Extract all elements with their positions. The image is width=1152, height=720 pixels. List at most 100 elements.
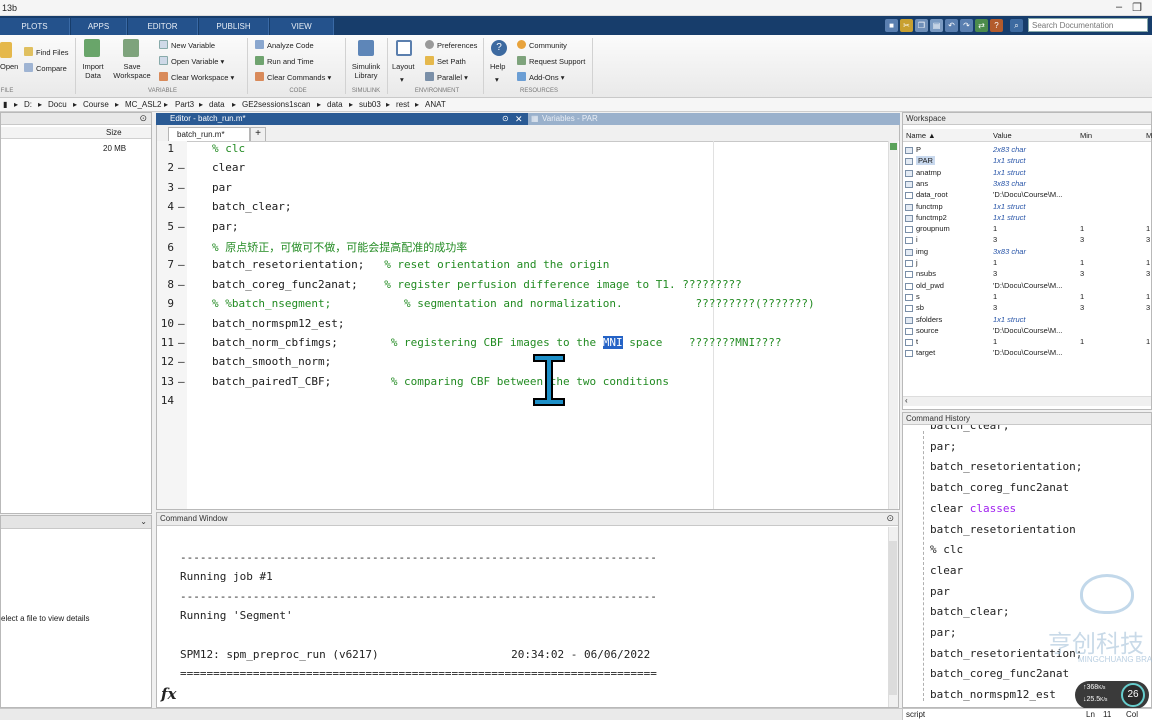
name-column-header[interactable]: Name ▲ <box>906 131 936 140</box>
addons-button[interactable]: Add-Ons ▾ <box>517 72 564 82</box>
chevron-down-icon[interactable]: ⌄ <box>140 516 147 527</box>
tab-editor[interactable]: EDITOR <box>128 18 198 35</box>
workspace-variable-row[interactable]: anatmp 1x1 struct <box>903 168 1151 179</box>
code-line[interactable]: 8— batch_coreg_func2anat; % register perf… <box>160 278 741 297</box>
breakpoint-marker[interactable]: — <box>174 375 212 388</box>
tab-publish[interactable]: PUBLISH <box>199 18 269 35</box>
history-entry[interactable]: batch_resetorientation <box>930 523 1076 536</box>
save-workspace-icon[interactable] <box>123 39 139 57</box>
breadcrumb-item[interactable]: Docu <box>48 100 67 109</box>
breadcrumb-item[interactable]: rest <box>396 100 409 109</box>
code-line[interactable]: 7— batch_resetorientation; % reset orient… <box>160 258 609 277</box>
line-number[interactable]: 1 <box>160 142 174 155</box>
breakpoint-marker[interactable]: — <box>174 355 212 368</box>
community-button[interactable]: Community <box>517 40 567 50</box>
history-entry[interactable]: par; <box>930 440 957 453</box>
request-support-button[interactable]: Request Support <box>517 56 585 66</box>
parallel-button[interactable]: Parallel ▾ <box>425 72 468 82</box>
search-documentation-input[interactable]: Search Documentation <box>1028 18 1148 32</box>
line-number[interactable]: 14 <box>160 394 174 407</box>
history-entry[interactable]: clear classes <box>930 502 1016 515</box>
code-line[interactable]: 1 % clc <box>160 142 245 161</box>
line-number[interactable]: 7 <box>160 258 174 271</box>
workspace-variable-row[interactable]: groupnum 1 1 1 <box>903 224 1151 235</box>
line-number[interactable]: 6 <box>160 241 174 254</box>
workspace-variable-row[interactable]: sfolders 1x1 struct <box>903 315 1151 326</box>
workspace-hscrollbar[interactable]: ‹ <box>903 396 1151 406</box>
new-tab-plus-icon[interactable]: + <box>250 127 266 141</box>
breadcrumb-item[interactable]: data <box>327 100 343 109</box>
workspace-variable-row[interactable]: target 'D:\Docu\Course\M... <box>903 348 1151 359</box>
breakpoint-marker[interactable]: — <box>174 220 212 233</box>
save-workspace-button[interactable]: Save Workspace <box>111 62 153 80</box>
workspace-variable-row[interactable]: i 3 3 3 <box>903 235 1151 246</box>
history-entry[interactable]: batch_clear; <box>930 605 1009 618</box>
line-number[interactable]: 10 <box>160 317 174 330</box>
editor-options-icon[interactable]: ⊙ <box>502 113 509 125</box>
breadcrumb-item[interactable]: Course <box>83 100 109 109</box>
help-circle-icon[interactable]: ? <box>491 40 507 56</box>
workspace-variable-row[interactable]: old_pwd 'D:\Docu\Course\M... <box>903 281 1151 292</box>
history-entry[interactable]: batch_coreg_func2anat <box>930 667 1069 680</box>
line-number[interactable]: 12 <box>160 355 174 368</box>
maximize-icon[interactable]: ❐ <box>1128 1 1146 14</box>
code-line[interactable]: 10— batch_normspm12_est; <box>160 317 345 336</box>
switch-windows-icon[interactable]: ⇄ <box>975 19 988 32</box>
line-number[interactable]: 4 <box>160 200 174 213</box>
workspace-variable-row[interactable]: sb 3 3 3 <box>903 303 1151 314</box>
line-number[interactable]: 8 <box>160 278 174 291</box>
minimize-icon[interactable]: – <box>1110 1 1128 13</box>
history-entry[interactable]: batch_coreg_func2anat <box>930 481 1069 494</box>
code-line[interactable]: 6 % 原点矫正，可做可不做，可能会提高配准的成功率 <box>160 239 467 258</box>
line-number[interactable]: 13 <box>160 375 174 388</box>
layout-dropdown-icon[interactable]: ▾ <box>400 75 404 84</box>
open-variable-button[interactable]: Open Variable ▾ <box>159 56 224 66</box>
search-icon[interactable]: ⌕ <box>1010 19 1023 32</box>
open-folder-icon[interactable] <box>0 42 12 58</box>
help-dropdown-icon[interactable]: ▾ <box>495 75 499 84</box>
scroll-left-icon[interactable]: ‹ <box>905 396 908 405</box>
function-browser-icon[interactable]: fx <box>161 685 176 703</box>
history-entry[interactable]: clear <box>930 564 963 577</box>
breadcrumb-item[interactable]: MC_ASL2 <box>125 100 161 109</box>
breakpoint-marker[interactable]: — <box>174 336 212 349</box>
code-line[interactable]: 4— batch_clear; <box>160 200 291 219</box>
simulink-library-icon[interactable] <box>358 40 374 56</box>
code-line[interactable]: 5— par; <box>160 220 238 239</box>
new-variable-button[interactable]: New Variable <box>159 40 215 50</box>
save-icon[interactable]: ■ <box>885 19 898 32</box>
breakpoint-marker[interactable]: — <box>174 317 212 330</box>
code-line[interactable]: 12— batch_smooth_norm; <box>160 355 331 374</box>
open-button[interactable]: Open <box>0 62 18 71</box>
code-line[interactable]: 14 <box>160 394 212 413</box>
workspace-variable-row[interactable]: j 1 1 1 <box>903 258 1151 269</box>
history-entry[interactable]: par; <box>930 626 957 639</box>
compare-button[interactable]: Compare <box>24 63 67 73</box>
code-analyzer-indicator[interactable] <box>890 143 897 150</box>
simulink-library-button[interactable]: Simulink Library <box>349 62 383 80</box>
line-number[interactable]: 2 <box>160 161 174 174</box>
import-data-icon[interactable] <box>84 39 100 57</box>
workspace-variable-row[interactable]: functmp2 1x1 struct <box>903 213 1151 224</box>
code-line[interactable]: 3— par <box>160 181 232 200</box>
line-number[interactable]: 3 <box>160 181 174 194</box>
breadcrumb-item[interactable]: ANAT <box>425 100 446 109</box>
workspace-variable-row[interactable]: PAR 1x1 struct <box>903 156 1151 167</box>
breadcrumb-item[interactable]: data <box>209 100 225 109</box>
pane-options-icon[interactable]: ⊙ <box>886 513 894 524</box>
command-window-scrollbar[interactable] <box>888 527 898 707</box>
import-data-button[interactable]: Import Data <box>80 62 106 80</box>
breadcrumb-item[interactable]: GE2sessions1scan <box>242 100 310 109</box>
layout-icon[interactable] <box>396 40 412 56</box>
close-editor-icon[interactable]: ✕ <box>515 113 523 125</box>
help-button[interactable]: Help <box>490 62 505 71</box>
line-number[interactable]: 9 <box>160 297 174 310</box>
history-entry[interactable]: batch_resetorientation; <box>930 460 1082 473</box>
history-entry[interactable]: batch_normspm12_est <box>930 688 1056 701</box>
breakpoint-marker[interactable]: — <box>174 181 212 194</box>
breadcrumb-item[interactable]: sub03 <box>359 100 381 109</box>
workspace-variable-row[interactable]: t 1 1 1 <box>903 337 1151 348</box>
history-entry[interactable]: par <box>930 585 950 598</box>
tab-apps[interactable]: APPS <box>71 18 127 35</box>
paste-icon[interactable]: ▤ <box>930 19 943 32</box>
